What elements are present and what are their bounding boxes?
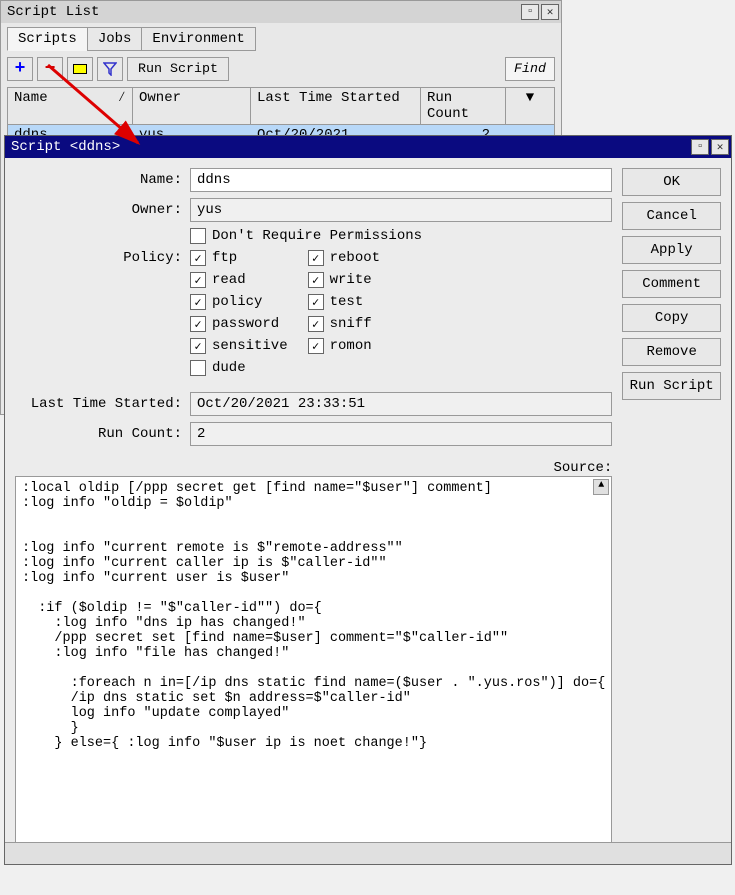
- apply-button[interactable]: Apply: [622, 236, 721, 264]
- last-started-input: [190, 392, 612, 416]
- source-textarea[interactable]: :local oldip [/ppp secret get [find name…: [15, 476, 612, 854]
- find-button[interactable]: Find: [505, 57, 555, 81]
- tab-jobs[interactable]: Jobs: [87, 27, 143, 51]
- policy-policy-checkbox[interactable]: [190, 294, 206, 310]
- col-name[interactable]: Name∕: [8, 88, 133, 124]
- comment-button[interactable]: Comment: [622, 270, 721, 298]
- script-dialog: Script <ddns> ▫ ✕ Name: Owner: Don't Req…: [4, 135, 732, 865]
- col-owner[interactable]: Owner: [133, 88, 251, 124]
- tab-scripts[interactable]: Scripts: [7, 27, 88, 51]
- parent-titlebar: Script List ▫ ✕: [1, 1, 561, 23]
- cancel-button[interactable]: Cancel: [622, 202, 721, 230]
- name-input[interactable]: [190, 168, 612, 192]
- policy-reboot-checkbox[interactable]: [308, 250, 324, 266]
- tabs-bar: Scripts Jobs Environment: [1, 23, 561, 51]
- folder-button[interactable]: [67, 57, 93, 81]
- remove-button[interactable]: −: [37, 57, 63, 81]
- col-last-started[interactable]: Last Time Started: [251, 88, 421, 124]
- dialog-titlebar: Script <ddns> ▫ ✕: [5, 136, 731, 158]
- parent-title: Script List: [7, 4, 99, 20]
- copy-button[interactable]: Copy: [622, 304, 721, 332]
- name-label: Name:: [15, 172, 190, 188]
- owner-input: [190, 198, 612, 222]
- add-button[interactable]: +: [7, 57, 33, 81]
- run-count-input: [190, 422, 612, 446]
- dialog-title: Script <ddns>: [11, 139, 120, 155]
- scroll-up-icon[interactable]: ▲: [593, 479, 609, 495]
- run-script-dialog-button[interactable]: Run Script: [622, 372, 721, 400]
- minimize-button[interactable]: ▫: [521, 4, 539, 20]
- dont-require-label: Don't Require Permissions: [212, 228, 422, 244]
- policy-test-checkbox[interactable]: [308, 294, 324, 310]
- col-run-count[interactable]: Run Count: [421, 88, 506, 124]
- ok-button[interactable]: OK: [622, 168, 721, 196]
- policy-sniff-checkbox[interactable]: [308, 316, 324, 332]
- policy-dude-checkbox[interactable]: [190, 360, 206, 376]
- remove-dialog-button[interactable]: Remove: [622, 338, 721, 366]
- status-bar: [5, 842, 731, 864]
- policy-ftp-checkbox[interactable]: [190, 250, 206, 266]
- policy-write-checkbox[interactable]: [308, 272, 324, 288]
- dont-require-checkbox[interactable]: [190, 228, 206, 244]
- source-label: Source:: [15, 460, 612, 476]
- close-button[interactable]: ✕: [541, 4, 559, 20]
- dialog-close-button[interactable]: ✕: [711, 139, 729, 155]
- owner-label: Owner:: [15, 202, 190, 218]
- run-script-button[interactable]: Run Script: [127, 57, 229, 81]
- toolbar: + − Run Script Find: [1, 51, 561, 87]
- filter-button[interactable]: [97, 57, 123, 81]
- last-started-label: Last Time Started:: [15, 396, 190, 412]
- policy-password-checkbox[interactable]: [190, 316, 206, 332]
- policy-label: Policy:: [15, 250, 190, 266]
- dialog-minimize-button[interactable]: ▫: [691, 139, 709, 155]
- run-count-label: Run Count:: [15, 426, 190, 442]
- policy-romon-checkbox[interactable]: [308, 338, 324, 354]
- policy-read-checkbox[interactable]: [190, 272, 206, 288]
- col-menu[interactable]: ▼: [506, 88, 554, 124]
- policy-sensitive-checkbox[interactable]: [190, 338, 206, 354]
- tab-environment[interactable]: Environment: [141, 27, 255, 51]
